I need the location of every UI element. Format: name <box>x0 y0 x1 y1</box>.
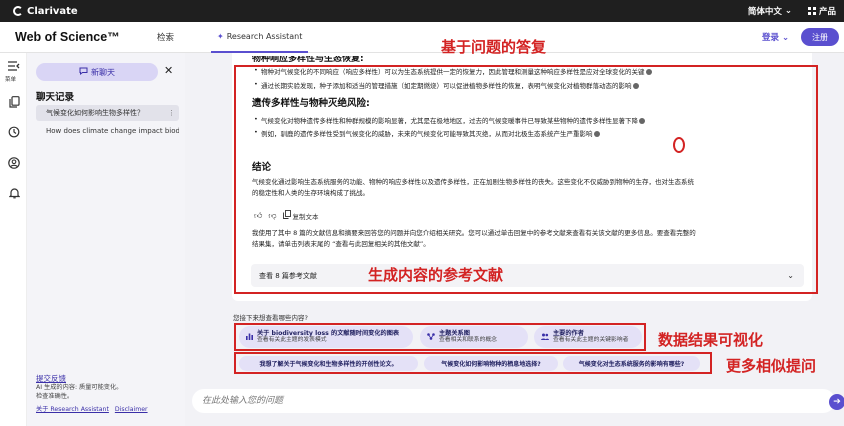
new-chat-label: 新聊天 <box>91 67 115 77</box>
main-chat-area: 物种响应多样性与生态恢复: 物种对气候变化的不同响应（响应多样性）可以为生态系统… <box>185 38 844 426</box>
chat-history-title: 聊天记录 <box>36 92 75 103</box>
section-heading: 物种响应多样性与生态恢复: <box>252 56 364 62</box>
about-link[interactable]: 关于 Research Assistant <box>36 406 109 413</box>
products-label: 产品 <box>818 7 836 17</box>
ai-note-line: AI 生成的内容: 质量可能变化。 <box>36 384 123 391</box>
chevron-down-icon: ⌄ <box>781 33 790 43</box>
annotation-box-similar <box>234 352 712 374</box>
chat-bubble-icon <box>79 67 88 77</box>
chevron-down-icon: ⌄ <box>784 6 792 16</box>
nav-research-assistant-tab[interactable]: ✦ Research Assistant <box>211 22 309 53</box>
nav-search-tab[interactable]: 检索 <box>157 31 174 43</box>
question-input-bar <box>192 389 835 413</box>
disclaimer-link[interactable]: Disclaimer <box>115 406 148 413</box>
annotation-references: 生成内容的参考文献 <box>368 266 504 284</box>
history-icon[interactable] <box>7 125 21 139</box>
sparkle-icon: ✦ <box>217 32 224 41</box>
login-label: 登录 <box>762 33 780 43</box>
icon-rail: 菜单 <box>0 53 27 426</box>
explore-label: 您接下来想查看哪些内容? <box>233 314 308 322</box>
top-bar: Clarivate 简体中文 ⌄ 产品 <box>0 0 844 22</box>
chat-history-item[interactable]: How does climate change impact biodivers… <box>36 123 179 139</box>
copy-icon[interactable] <box>7 95 21 109</box>
web-of-science-logo[interactable]: Web of Science™ <box>15 30 120 44</box>
chat-history-item[interactable]: 气候变化如何影响生物多样性？ ⋮ <box>36 105 179 121</box>
user-icon[interactable] <box>7 156 21 170</box>
chat-history-item-label: 气候变化如何影响生物多样性？ <box>46 109 144 117</box>
ai-disclaimer-note: AI 生成的内容: 质量可能变化。 检查准确性。 <box>36 384 122 401</box>
more-options-icon[interactable]: ⋮ <box>168 109 175 117</box>
annotation-answer: 基于问题的答复 <box>441 38 547 56</box>
question-input[interactable] <box>202 393 802 409</box>
language-selector[interactable]: 简体中文 ⌄ <box>748 5 792 17</box>
language-label: 简体中文 <box>747 7 782 17</box>
close-icon[interactable]: ✕ <box>164 64 173 77</box>
ai-note-line: 检查准确性。 <box>36 392 74 400</box>
products-menu[interactable]: 产品 <box>807 5 836 17</box>
chat-sidebar: 新聊天 ✕ 聊天记录 气候变化如何影响生物多样性？ ⋮ How does cli… <box>27 53 185 426</box>
annotation-similar-questions: 更多相似提问 <box>726 357 817 375</box>
bell-icon[interactable] <box>7 186 21 200</box>
clarivate-logo[interactable]: Clarivate <box>13 6 78 17</box>
app-header: Web of Science™ 检索 ✦ Research Assistant … <box>0 22 844 53</box>
login-button[interactable]: 登录 ⌄ <box>762 31 789 43</box>
new-chat-button[interactable]: 新聊天 <box>36 63 158 81</box>
annotation-box-visualization <box>234 323 646 351</box>
sidebar-toggle-icon[interactable] <box>7 59 21 73</box>
register-button[interactable]: 注册 <box>801 28 839 46</box>
footer-links: 关于 Research Assistant Disclaimer <box>36 404 152 413</box>
brand-name: Clarivate <box>27 5 78 17</box>
annotation-box-answer <box>234 65 818 294</box>
annotation-visualization: 数据结果可视化 <box>658 331 764 349</box>
grid-icon <box>807 7 816 15</box>
menu-label: 菜单 <box>5 77 17 83</box>
clarivate-logo-icon <box>13 6 23 16</box>
nav-research-assistant-label: Research Assistant <box>226 32 303 41</box>
send-arrow-icon[interactable]: ➔ <box>829 394 844 410</box>
feedback-link[interactable]: 提交反馈 <box>36 373 66 384</box>
chat-history-item-label: How does climate change impact biodivers… <box>46 127 179 135</box>
